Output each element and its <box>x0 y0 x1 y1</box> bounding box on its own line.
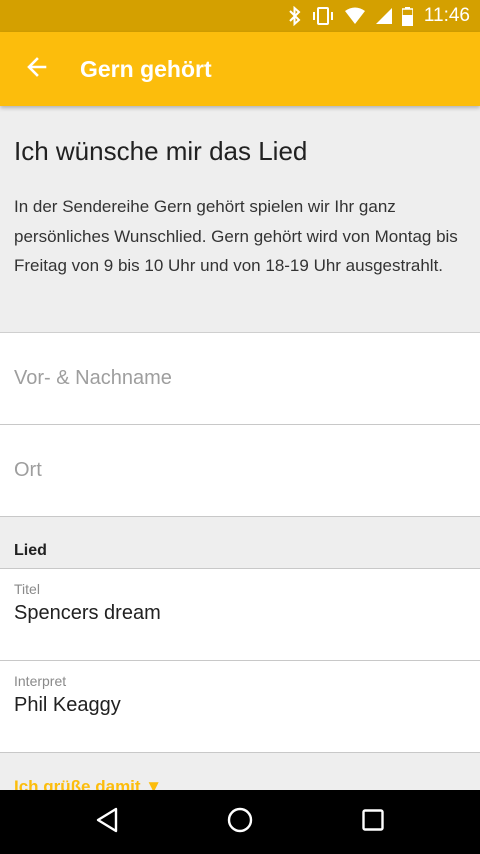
intro-description: In der Sendereihe Gern gehört spielen wi… <box>14 197 458 275</box>
form-content[interactable]: Ich wünsche mir das Lied In der Senderei… <box>0 106 480 790</box>
navigation-bar <box>0 790 480 854</box>
title-value: Spencers dream <box>14 602 161 624</box>
back-triangle-icon <box>95 807 119 838</box>
app-title: Gern gehört <box>80 55 212 82</box>
signal-icon <box>375 7 393 25</box>
artist-label: Interpret <box>14 673 67 689</box>
title-field[interactable]: Titel Spencers dream <box>0 569 480 661</box>
page-heading: Ich wünsche mir das Lied <box>14 136 308 166</box>
nav-home-button[interactable] <box>208 790 272 854</box>
artist-field[interactable]: Interpret Phil Keaggy <box>0 661 480 753</box>
wifi-icon <box>344 7 366 25</box>
name-field[interactable]: Vor- & Nachname <box>0 333 480 425</box>
greeting-dropdown[interactable]: Ich grüße damit ▼ <box>14 777 162 790</box>
status-bar: 11:46 <box>0 0 480 32</box>
home-circle-icon <box>227 807 253 838</box>
bluetooth-icon <box>288 6 302 26</box>
vibrate-icon <box>311 6 335 26</box>
city-placeholder: Ort <box>14 459 42 481</box>
song-section-header: Lied <box>0 517 480 569</box>
recents-square-icon <box>362 808 385 836</box>
city-field[interactable]: Ort <box>0 425 480 517</box>
status-time: 11:46 <box>423 5 470 26</box>
title-label: Titel <box>14 581 40 597</box>
arrow-back-icon <box>25 55 49 84</box>
nav-recents-button[interactable] <box>341 790 405 854</box>
nav-back-button[interactable] <box>75 790 139 854</box>
battery-icon <box>401 6 413 26</box>
back-button[interactable] <box>0 32 74 106</box>
name-placeholder: Vor- & Nachname <box>14 367 172 389</box>
app-bar: Gern gehört <box>0 32 480 106</box>
artist-value: Phil Keaggy <box>14 694 121 716</box>
intro-section: Ich wünsche mir das Lied In der Senderei… <box>0 106 480 333</box>
song-section-label: Lied <box>14 542 47 559</box>
